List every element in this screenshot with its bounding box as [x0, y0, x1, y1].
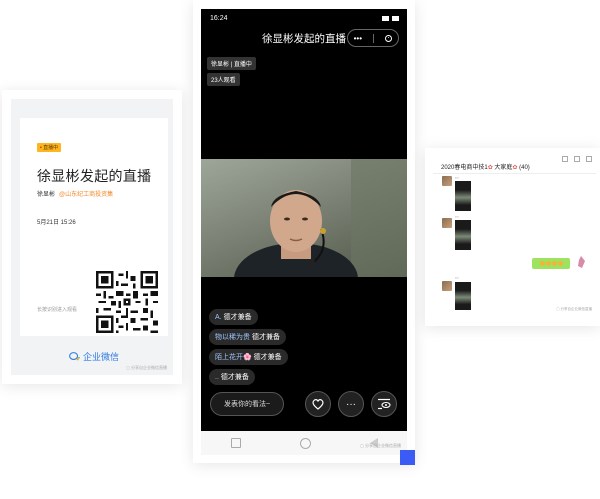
close-target-icon[interactable] — [385, 34, 393, 42]
chat-title: 2020春电商中技1✿ 大家庭✿ (40) — [441, 162, 530, 171]
eye-screen-icon — [378, 398, 391, 410]
live-video[interactable] — [201, 159, 407, 277]
host-name: 徐显彬 — [37, 192, 56, 198]
comment-text: 德才兼备 — [251, 334, 280, 341]
share-source-note: ▢ 分享自企业微信直播 — [556, 307, 592, 311]
group-emoji: ✿ — [512, 165, 518, 171]
host-org: @山东纪工商投资集 — [59, 192, 114, 198]
decorative-square — [400, 450, 415, 465]
comment-item: A. 德才兼备 — [209, 309, 258, 325]
comment-nick: 陌上花开🌸 — [215, 354, 252, 361]
wecom-brand: 企业微信 — [69, 350, 119, 363]
comment-text: 德才兼备 — [220, 374, 249, 381]
poster-title: 徐显彬发起的直播 — [37, 168, 152, 184]
phone-mockup: 16:24 徐显彬发起的直播 ••• 徐显彬 | 直播中 23人观看 A. 德才… — [193, 0, 415, 463]
avatar[interactable] — [442, 176, 452, 186]
comment-nick: 物以稀为贵 — [215, 334, 250, 341]
presenter-image — [234, 159, 407, 277]
comment-text: 德才兼备 — [253, 354, 282, 361]
comment-nick: A. — [215, 314, 222, 321]
status-time: 16:24 — [210, 15, 228, 22]
sender-nick: ▪▪▪ — [455, 176, 459, 180]
emoji-icon — [539, 261, 545, 266]
comment-nick: .. — [215, 374, 219, 381]
like-button[interactable] — [305, 391, 331, 417]
poster-frame: • 直播中 徐显彬发起的直播 徐显彬 @山东纪工商投资集 5月21日 15:26 … — [11, 99, 173, 375]
emoji-icon — [557, 261, 563, 266]
comment-item: .. 德才兼备 — [209, 369, 255, 385]
sender-nick: ▪▪▪ — [455, 215, 459, 219]
sent-emoji-message[interactable] — [532, 258, 570, 269]
qr-code-icon[interactable] — [96, 271, 158, 333]
minimize-icon[interactable] — [562, 156, 568, 162]
poster-host: 徐显彬 @山东纪工商投资集 — [37, 189, 113, 198]
close-icon[interactable] — [586, 156, 592, 162]
share-source-note: ▢ 分享自企业微信直播 — [360, 443, 401, 448]
share-source-note: ▢ 分享自企业微信直播 — [126, 365, 167, 370]
chat-divider — [433, 173, 596, 174]
home-icon[interactable] — [299, 437, 311, 449]
more-dots-icon[interactable]: ••• — [354, 34, 362, 43]
comment-text: 德才兼备 — [223, 314, 252, 321]
recent-apps-icon[interactable] — [230, 438, 241, 448]
viewers-tag: 23人观看 — [207, 73, 240, 86]
more-button[interactable]: ··· — [338, 391, 364, 417]
group-emoji: ✿ — [487, 165, 493, 171]
capsule-divider — [373, 33, 375, 43]
wecom-label: 企业微信 — [83, 352, 120, 362]
live-badge: • 直播中 — [37, 143, 62, 152]
scan-hint: 长按识别进入观看 — [37, 307, 78, 313]
group-suffix: 大家庭 — [494, 165, 513, 171]
group-name: 2020春电商中技1 — [441, 165, 488, 171]
sender-nick: ▪▪▪ — [455, 276, 459, 280]
comment-input[interactable]: 发表你的看法~ — [210, 392, 284, 416]
heart-bubble-icon — [312, 399, 324, 410]
avatar[interactable] — [442, 281, 452, 291]
window-controls — [562, 156, 592, 162]
miniprogram-capsule[interactable]: ••• — [347, 29, 399, 47]
more-icon: ··· — [346, 398, 356, 410]
self-avatar[interactable] — [576, 256, 586, 268]
wecom-logo-icon — [69, 352, 80, 361]
avatar[interactable] — [442, 218, 452, 228]
comment-item: 物以稀为贵 德才兼备 — [209, 329, 286, 345]
host-tag[interactable]: 徐显彬 | 直播中 — [207, 57, 256, 70]
status-icons — [382, 16, 399, 21]
chat-image-message[interactable] — [455, 220, 471, 250]
signal-icon — [382, 16, 389, 21]
member-count: (40) — [519, 165, 530, 171]
toggle-view-button[interactable] — [371, 391, 397, 417]
share-poster-card: • 直播中 徐显彬发起的直播 徐显彬 @山东纪工商投资集 5月21日 15:26 … — [2, 90, 182, 384]
emoji-icon — [545, 261, 551, 266]
live-screen: 16:24 徐显彬发起的直播 ••• 徐显彬 | 直播中 23人观看 A. 德才… — [201, 9, 407, 431]
poster-date: 5月21日 15:26 — [37, 220, 76, 226]
comment-item: 陌上花开🌸 德才兼备 — [209, 349, 288, 365]
chat-image-message[interactable] — [455, 282, 471, 310]
battery-icon — [392, 16, 399, 21]
emoji-icon — [551, 261, 557, 266]
maximize-icon[interactable] — [574, 156, 580, 162]
group-chat-card: 2020春电商中技1✿ 大家庭✿ (40) ▪▪▪ ▪▪▪ ▪▪▪ ▢ 分享自企… — [425, 148, 600, 326]
chat-image-message[interactable] — [455, 181, 471, 211]
poster: • 直播中 徐显彬发起的直播 徐显彬 @山东纪工商投资集 5月21日 15:26 … — [20, 118, 168, 336]
